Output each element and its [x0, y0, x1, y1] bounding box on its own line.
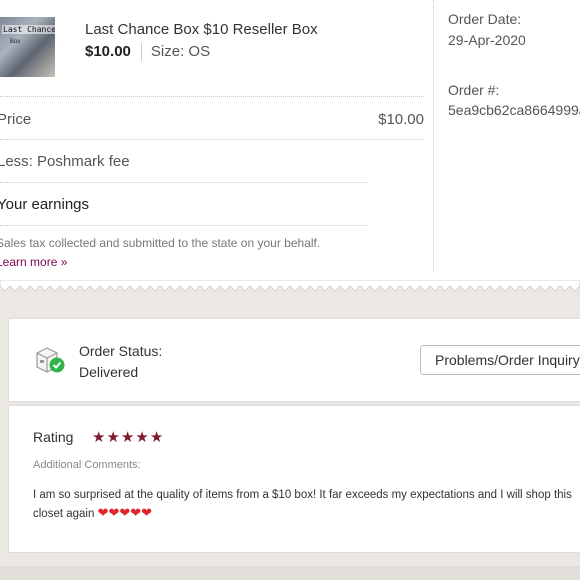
package-delivered-icon	[36, 347, 65, 373]
rating-card: Rating ★★★★★ Additional Comments: I am s…	[8, 405, 580, 553]
order-receipt: Last Chance Box Last Chance Box $10 Rese…	[0, 0, 580, 286]
item-thumbnail[interactable]: Last Chance Box	[0, 17, 55, 77]
star-icon: ★	[106, 429, 120, 446]
receipt-zigzag-edge	[0, 280, 580, 292]
thumbnail-text: Last Chance	[2, 25, 55, 34]
additional-comments-label: Additional Comments:	[33, 459, 141, 471]
learn-more-link[interactable]: Learn more »	[0, 255, 67, 269]
star-icon: ★	[149, 429, 164, 446]
price-value: $10.00	[378, 111, 424, 128]
star-icon: ★	[92, 429, 106, 446]
heart-icons: ❤❤❤❤❤	[97, 505, 153, 520]
order-status-card: Order Status: Delivered Problems/Order I…	[8, 318, 580, 402]
divider	[0, 225, 368, 226]
divider	[0, 96, 424, 97]
column-divider	[433, 0, 434, 272]
order-inquiry-button[interactable]: Problems/Order Inquiry	[420, 345, 580, 375]
comment-text: I am so surprised at the quality of item…	[33, 487, 580, 523]
divider	[0, 182, 368, 183]
rating-label: Rating	[33, 429, 74, 445]
order-number: 5ea9cb62ca8664999a	[448, 102, 580, 118]
tax-note: Sales tax collected and submitted to the…	[0, 236, 321, 250]
earnings-label: Your earnings	[0, 196, 90, 213]
rating-stars: ★★★★★	[92, 428, 164, 446]
page-background-strip	[0, 566, 580, 580]
item-title[interactable]: Last Chance Box $10 Reseller Box	[85, 21, 318, 38]
item-price-size: $10.00 Size: OS	[85, 43, 211, 62]
item-price: $10.00	[85, 43, 131, 60]
order-date-label: Order Date:	[448, 11, 522, 27]
price-label: Price	[0, 111, 32, 128]
order-status-value: Delivered	[79, 364, 139, 380]
order-status-label: Order Status:	[79, 343, 163, 359]
divider	[0, 139, 424, 140]
order-date: 29-Apr-2020	[448, 32, 526, 48]
order-number-label: Order #:	[448, 82, 500, 98]
divider	[140, 43, 142, 62]
star-icon: ★	[120, 429, 135, 446]
poshmark-fee-label: Less: Poshmark fee	[0, 153, 130, 170]
star-icon: ★	[135, 429, 149, 446]
item-size: Size: OS	[150, 43, 211, 60]
thumbnail-subtext: Box	[10, 39, 21, 45]
